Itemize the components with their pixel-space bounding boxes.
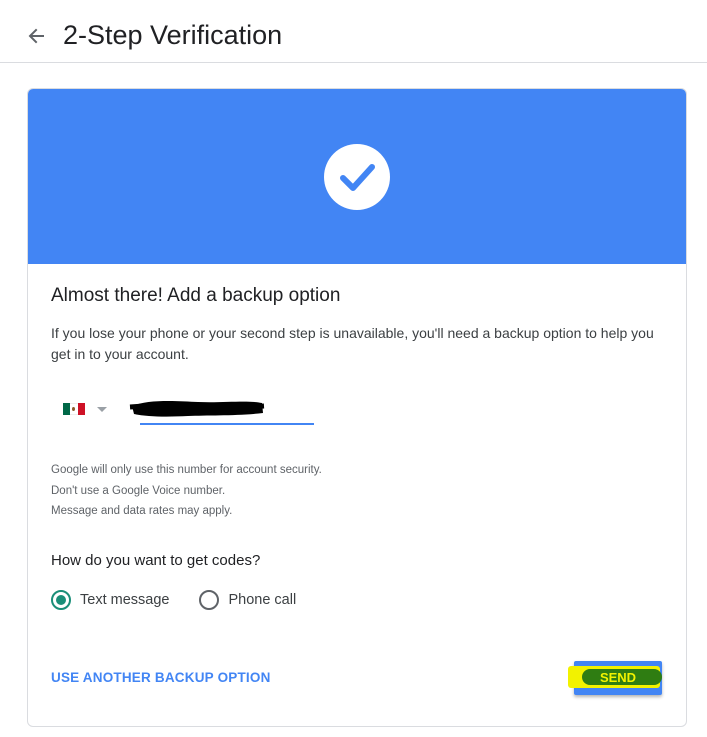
radio-phone-call[interactable]: Phone call [199,590,296,610]
security-notes: Google will only use this number for acc… [51,460,322,522]
radio-label: Phone call [228,592,297,608]
send-label: SEND [599,670,637,685]
top-bar: 2-Step Verification [0,0,707,63]
phone-input-underline [140,423,314,425]
check-badge [324,144,390,210]
caret-down-icon [97,406,107,412]
note-line: Google will only use this number for acc… [51,464,322,476]
note-line: Message and data rates may apply. [51,505,233,517]
phone-number-field [128,393,314,425]
country-select[interactable] [63,401,113,417]
check-icon [340,164,375,191]
redaction-mark [129,400,265,417]
mexico-flag-icon [63,403,85,415]
radio-text-message[interactable]: Text message [51,590,169,610]
radio-unchecked-icon [199,590,220,610]
note-line: Don't use a Google Voice number. [51,484,226,497]
arrow-left-icon [28,28,44,44]
codes-question: How do you want to get codes? [51,552,261,569]
back-button[interactable] [20,20,52,52]
radio-checked-icon [51,590,71,610]
backup-option-card: Almost there! Add a backup option If you… [27,88,687,727]
use-another-backup-option-link[interactable]: USE ANOTHER BACKUP OPTION [51,670,271,685]
success-banner [28,89,686,264]
page-title: 2-Step Verification [63,20,283,50]
radio-label: Text message [80,592,170,608]
code-method-group: Text message Phone call [51,590,296,610]
card-heading: Almost there! Add a backup option [51,285,341,306]
send-button[interactable]: SEND [568,661,662,695]
card-description: If you lose your phone or your second st… [51,325,654,362]
